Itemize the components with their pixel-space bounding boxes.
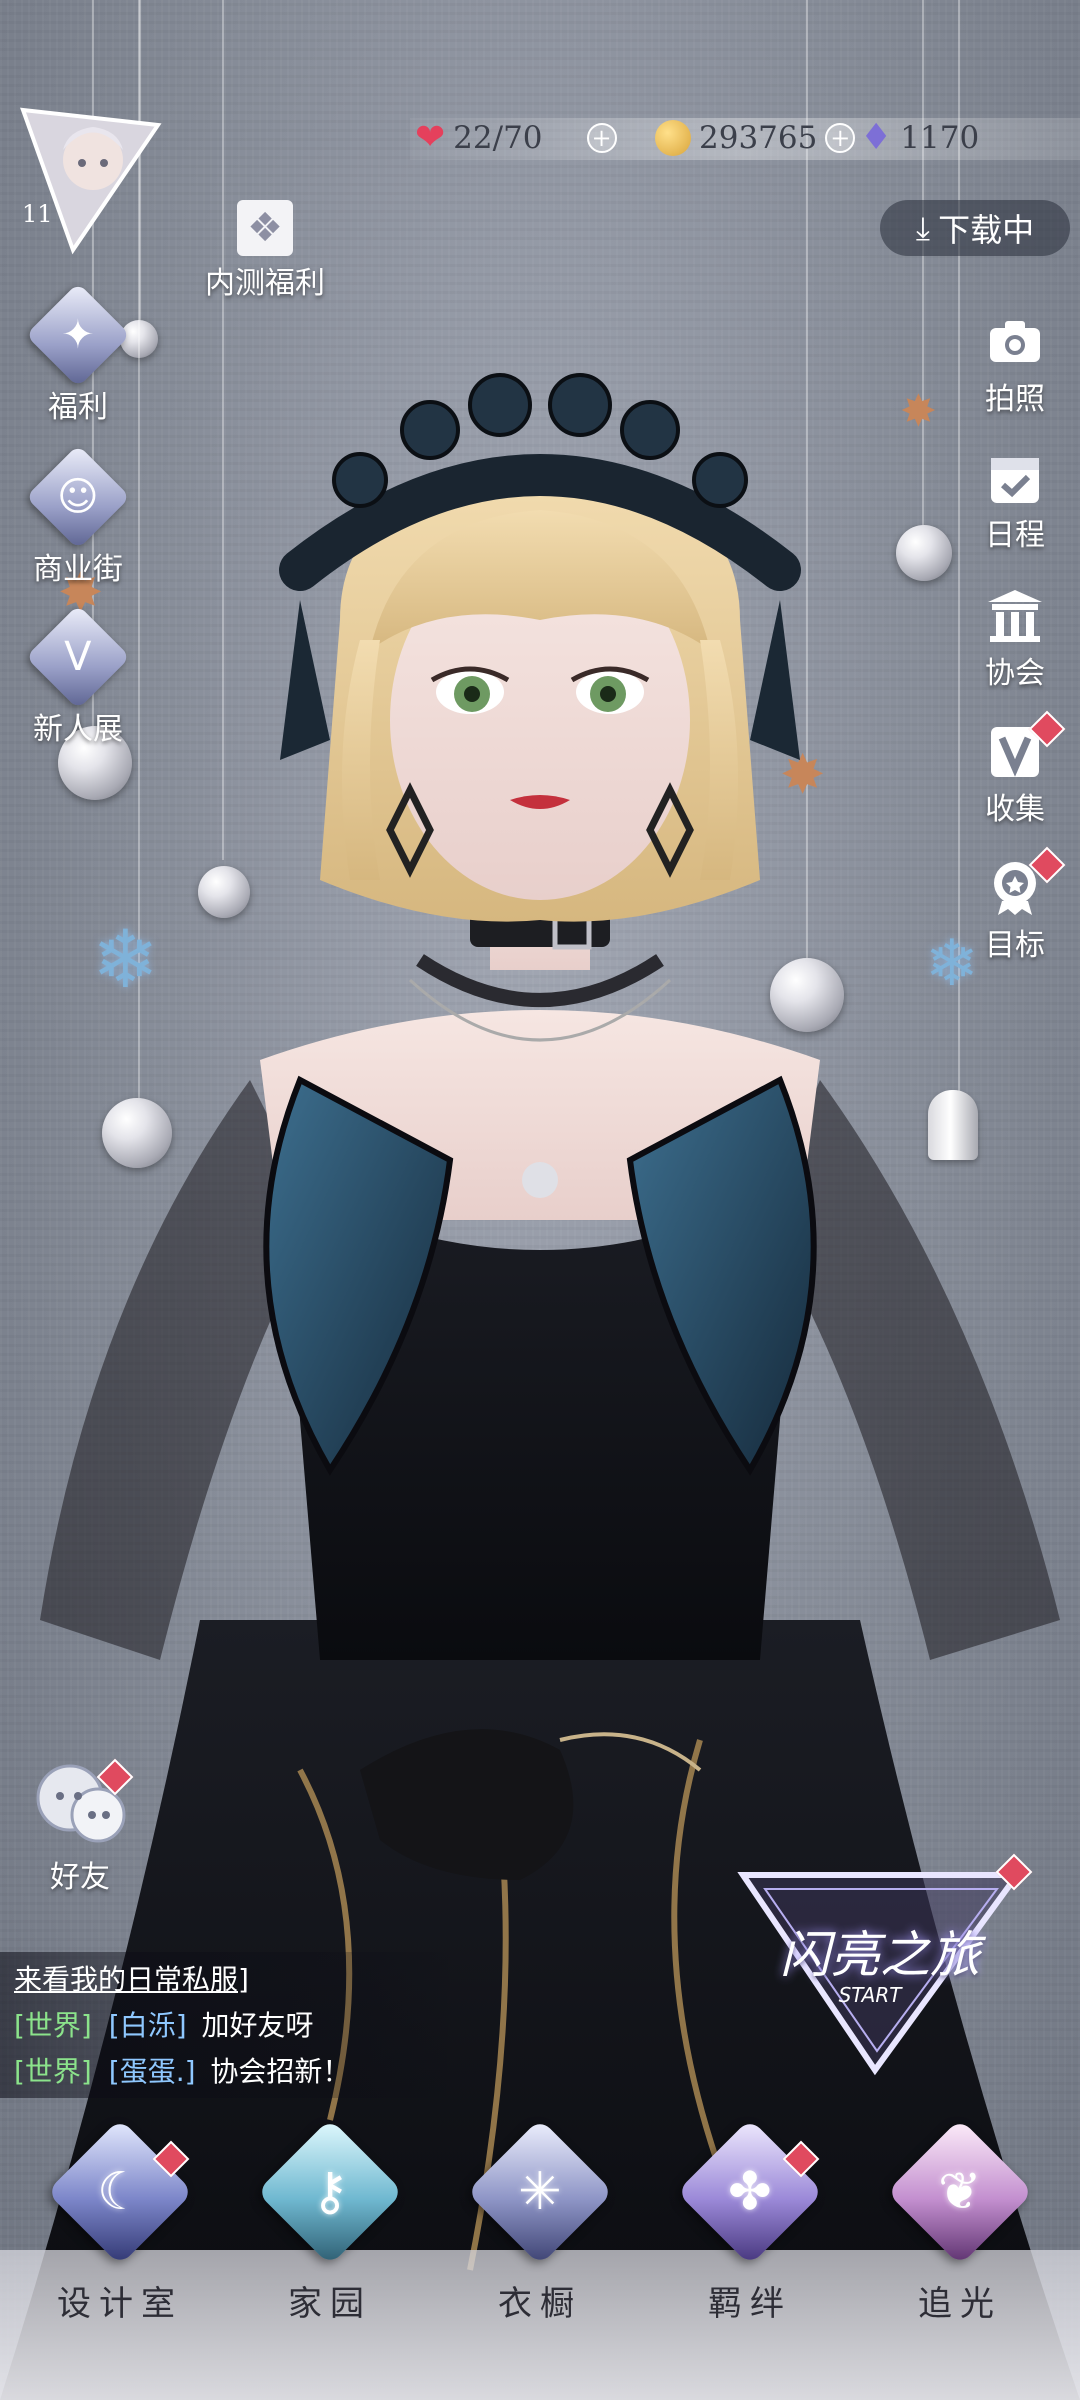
chat-username[interactable]: [蛋蛋.] <box>109 2055 196 2088</box>
chat-message: 加好友呀 <box>201 2009 314 2042</box>
journey-start-label: START <box>838 1983 902 2007</box>
stamina-value: 22/70 <box>453 120 543 156</box>
chat-panel[interactable]: 来看我的日常私服] [世界] [白泺] 加好友呀 [世界] [蛋蛋.] 协会招新… <box>0 1952 460 2098</box>
welfare-label: 福利 <box>48 390 108 425</box>
gift-box-icon: ❖ <box>237 200 293 256</box>
newcomer-show-button[interactable]: V 新人展 <box>25 604 131 748</box>
nav-chase-light-label: 追光 <box>918 2284 1002 2324</box>
crystal-icon: ✳ <box>466 2118 614 2266</box>
chat-line: [世界] [蛋蛋.] 协会招新！ <box>14 2050 350 2090</box>
camera-icon <box>985 312 1045 372</box>
chat-line: [世界] [白泺] 加好友呀 <box>14 2004 314 2044</box>
add-stamina-button[interactable]: + <box>586 123 617 153</box>
nav-bond-label: 羁绊 <box>708 2284 792 2324</box>
stamina-counter[interactable]: ❤ 22/70 + <box>415 112 617 164</box>
player-avatar[interactable] <box>18 105 163 255</box>
shining-journey-banner[interactable]: 闪亮之旅 START <box>735 1853 1033 2080</box>
guild-label: 协会 <box>985 656 1045 691</box>
friends-label: 好友 <box>50 1860 110 1895</box>
nav-wardrobe-label: 衣橱 <box>498 2284 582 2324</box>
shop-street-button[interactable]: ☺ 商业街 <box>25 444 131 588</box>
goal-label: 目标 <box>985 928 1045 963</box>
download-icon: ⤓ <box>915 208 931 247</box>
gold-value: 293765 <box>699 120 818 156</box>
collection-button[interactable]: 收集 <box>970 710 1066 828</box>
diamond-value: 1170 <box>900 120 980 156</box>
photo-label: 拍照 <box>985 382 1045 417</box>
nav-wardrobe[interactable]: ✳ 衣橱 <box>460 2118 620 2325</box>
player-level: 11 <box>22 200 53 228</box>
nav-home-label: 家园 <box>288 2284 372 2324</box>
nav-chase-light[interactable]: ❦ 追光 <box>880 2118 1040 2325</box>
shopping-bag-icon: ☺ <box>25 444 131 550</box>
download-status-button[interactable]: ⤓ 下载中 <box>880 200 1070 256</box>
heart-gem-icon: ❤ <box>415 117 446 158</box>
gold-coin-icon <box>655 120 691 156</box>
chat-username[interactable]: [白泺] <box>109 2009 187 2042</box>
butterfly-icon: ❦ <box>886 2118 1034 2266</box>
chat-channel-tag: [世界] <box>14 2009 92 2042</box>
key-icon: ⚷ <box>256 2118 404 2266</box>
calendar-icon <box>985 448 1045 508</box>
journey-title: 闪亮之旅 <box>780 1926 980 1984</box>
diamond-icon: ♦ <box>860 117 893 158</box>
chat-channel-tag: [世界] <box>14 2055 92 2088</box>
gold-counter[interactable]: 293765 + <box>655 112 856 164</box>
collection-label: 收集 <box>985 792 1045 827</box>
beta-gift-button[interactable]: ❖ 内测福利 <box>205 200 325 302</box>
v-badge-icon: V <box>25 604 131 710</box>
guild-button[interactable]: 协会 <box>970 586 1060 692</box>
goal-button[interactable]: 目标 <box>970 846 1066 964</box>
beta-gift-label: 内测福利 <box>205 266 325 301</box>
chat-line: 来看我的日常私服] <box>14 1963 249 1996</box>
schedule-button[interactable]: 日程 <box>970 448 1060 554</box>
photo-button[interactable]: 拍照 <box>970 312 1060 418</box>
schedule-label: 日程 <box>985 518 1045 553</box>
balloon-icon: ✦ <box>25 282 131 388</box>
diamond-counter[interactable]: ♦ 1170 <box>860 112 979 164</box>
add-gold-button[interactable]: + <box>825 123 856 153</box>
newcomer-show-label: 新人展 <box>33 712 123 747</box>
nav-bond[interactable]: ✤ 羁绊 <box>670 2118 830 2325</box>
guild-building-icon <box>985 586 1045 646</box>
welfare-button[interactable]: ✦ 福利 <box>25 282 131 426</box>
nav-home[interactable]: ⚷ 家园 <box>250 2118 410 2325</box>
chat-message: 协会招新！ <box>210 2055 351 2088</box>
nav-design-studio[interactable]: ☾ 设计室 <box>40 2118 200 2325</box>
download-label: 下载中 <box>938 211 1035 249</box>
shop-street-label: 商业街 <box>33 552 123 587</box>
nav-design-studio-label: 设计室 <box>57 2284 183 2324</box>
friends-button[interactable]: 好友 <box>30 1758 134 1896</box>
